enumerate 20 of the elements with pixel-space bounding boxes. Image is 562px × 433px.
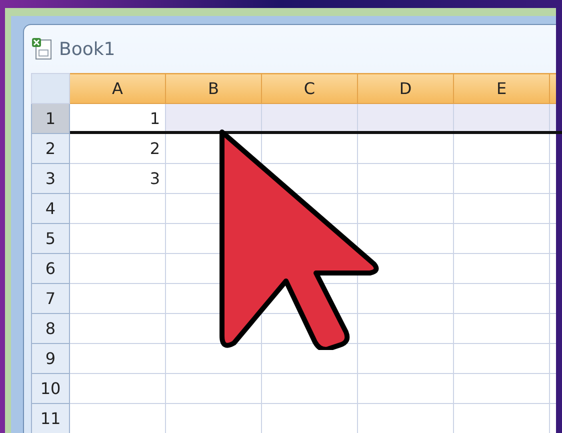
select-all-corner[interactable] — [32, 74, 70, 104]
row-header[interactable]: 1 — [32, 104, 70, 134]
table-cell[interactable]: 2 — [70, 134, 166, 164]
row-header[interactable]: 3 — [32, 164, 70, 194]
column-header[interactable]: E — [454, 74, 550, 104]
row-header[interactable]: 10 — [32, 374, 70, 404]
row-header[interactable]: 7 — [32, 284, 70, 314]
row-header[interactable]: 2 — [32, 134, 70, 164]
row-header[interactable]: 8 — [32, 314, 70, 344]
row-header[interactable]: 9 — [32, 344, 70, 374]
table-cell[interactable]: 3 — [70, 164, 166, 194]
row-header[interactable]: 11 — [32, 404, 70, 433]
column-header[interactable]: D — [358, 74, 454, 104]
column-header[interactable]: C — [262, 74, 358, 104]
window-title: Book1 — [59, 38, 116, 62]
column-header[interactable]: B — [166, 74, 262, 104]
row-header[interactable]: 4 — [32, 194, 70, 224]
row-header[interactable]: 6 — [32, 254, 70, 284]
row-header[interactable]: 5 — [32, 224, 70, 254]
column-header[interactable]: A — [70, 74, 166, 104]
